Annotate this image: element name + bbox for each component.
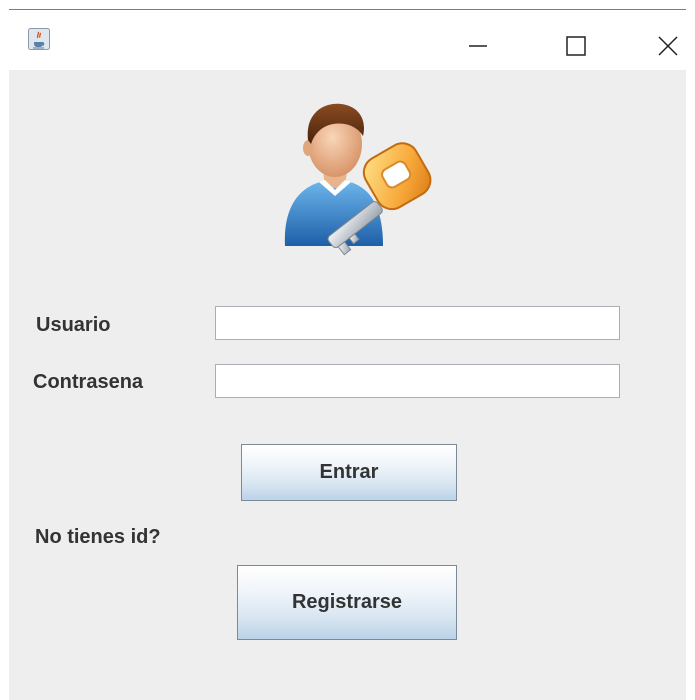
login-button[interactable]: Entrar: [241, 444, 457, 501]
minimize-button[interactable]: [450, 20, 506, 76]
no-account-label: No tienes id?: [35, 526, 161, 548]
login-button-label: Entrar: [319, 461, 379, 483]
java-cup-icon[interactable]: [28, 28, 50, 50]
maximize-icon: [566, 35, 586, 61]
password-label: Contrasena: [33, 371, 144, 393]
maximize-button[interactable]: [548, 20, 604, 76]
close-icon: [658, 35, 678, 61]
minimize-icon: [468, 36, 488, 61]
login-panel: Usuario Contrasena Entrar No tienes id? …: [9, 70, 686, 700]
close-button[interactable]: [640, 20, 695, 76]
register-button-label: Registrarse: [291, 591, 403, 613]
username-label: Usuario: [36, 314, 111, 336]
password-field[interactable]: [215, 364, 620, 398]
username-field[interactable]: [215, 306, 620, 340]
login-window: Usuario Contrasena Entrar No tienes id? …: [0, 0, 695, 700]
title-bar[interactable]: [9, 10, 686, 70]
user-key-icon: [275, 96, 435, 258]
register-button[interactable]: Registrarse: [237, 565, 457, 640]
